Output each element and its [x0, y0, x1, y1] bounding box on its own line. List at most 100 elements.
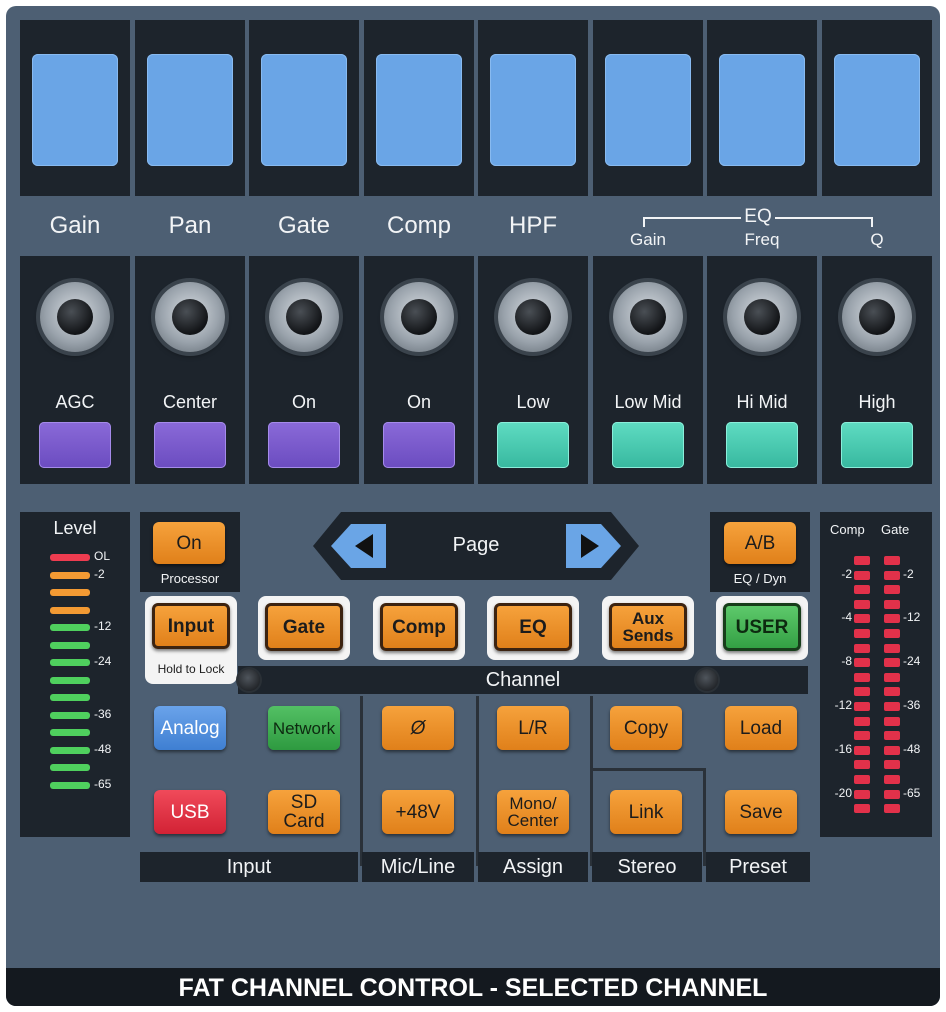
input-mode-button[interactable]: Input: [152, 603, 230, 649]
strip-screen: [32, 54, 118, 166]
copy-button[interactable]: Copy: [610, 706, 682, 750]
strip-button-label: Low: [516, 392, 550, 412]
level-meter-segment: [50, 781, 90, 789]
processor-on-button[interactable]: On: [153, 522, 225, 564]
rotary-encoder-knob[interactable]: [842, 282, 912, 352]
level-meter-segment: [50, 659, 90, 666]
strip-button-label: High: [858, 392, 896, 412]
preset-section-label: Preset: [706, 852, 810, 882]
knob-cap: [286, 299, 322, 335]
gate-meter-label: -65: [903, 785, 921, 800]
knob-cap: [515, 299, 551, 335]
processor-caption: Processor: [160, 571, 220, 586]
rotary-encoder-knob[interactable]: [155, 282, 225, 352]
comp-reduction-led: [854, 658, 870, 668]
strip-select-pad[interactable]: [841, 422, 913, 468]
rotary-encoder-knob[interactable]: [498, 282, 568, 352]
strip-button-label: On: [291, 392, 316, 412]
channel-left-encoder[interactable]: [238, 669, 260, 691]
knob-cap: [57, 299, 93, 335]
comp-reduction-led: [854, 556, 870, 565]
rotary-encoder-knob[interactable]: [613, 282, 683, 352]
knob-cap: [172, 299, 208, 335]
strip-header: HPF: [509, 212, 557, 239]
aux-sends-mode-button[interactable]: Aux Sends: [609, 603, 687, 651]
page-next-button[interactable]: [563, 522, 623, 570]
rotary-encoder-knob[interactable]: [40, 282, 110, 352]
gate-reduction-led: [884, 599, 900, 609]
sd-card-button[interactable]: SD Card: [268, 790, 340, 834]
page-prev-button[interactable]: [329, 522, 389, 570]
strip-screen: [376, 54, 462, 166]
gain-reduction-meter: Comp Gate -2 -4 -8 -12 -16 -20 -2 -12 -24 -36 -48 -…: [820, 512, 932, 837]
knob-cap: [859, 299, 895, 335]
ab-box: A/B EQ / Dyn: [710, 512, 810, 592]
processor-box: On Processor: [140, 512, 240, 592]
strip-screen: [147, 54, 233, 166]
save-preset-button[interactable]: Save: [725, 790, 797, 834]
network-button[interactable]: Network: [268, 706, 340, 750]
comp-reduction-led: [854, 599, 870, 609]
gate-reduction-led: [884, 775, 900, 784]
gate-reduction-led: [884, 804, 900, 814]
strip-controls-6: Low Mid: [593, 256, 703, 484]
strip-controls-8: High: [822, 256, 932, 484]
channel-label: Channel: [238, 666, 808, 694]
comp-reduction-led: [854, 789, 870, 799]
chevron-right-icon: [581, 534, 599, 558]
aux-sends-mode-frame: Aux Sends: [602, 596, 694, 660]
gate-reduction-led: [884, 585, 900, 595]
gate-reduction-led: [884, 760, 900, 770]
comp-reduction-led: [854, 775, 870, 784]
rotary-encoder-knob[interactable]: [727, 282, 797, 352]
level-meter-segment: [50, 729, 90, 736]
strip-header: Gain: [49, 212, 101, 239]
comp-reduction-led: [854, 585, 870, 595]
phantom-power-button[interactable]: +48V: [382, 790, 454, 834]
rotary-encoder-knob[interactable]: [269, 282, 339, 352]
gate-meter-label: -2: [903, 566, 914, 581]
strip-select-pad[interactable]: [383, 422, 455, 468]
eq-mode-frame: EQ: [487, 596, 579, 660]
strip-display-1: [20, 20, 130, 196]
level-meter-segment: [50, 641, 90, 649]
comp-mode-frame: Comp: [373, 596, 465, 660]
eq-mode-button[interactable]: EQ: [494, 603, 572, 651]
user-mode-frame: USER: [716, 596, 808, 660]
strip-controls-4: On: [364, 256, 474, 484]
link-button[interactable]: Link: [610, 790, 682, 834]
strip-select-pad[interactable]: [39, 422, 111, 468]
comp-meter-label: -4: [841, 610, 852, 625]
strip-select-pad[interactable]: [497, 422, 569, 468]
strip-select-pad[interactable]: [726, 422, 798, 468]
rotary-encoder-knob[interactable]: [384, 282, 454, 352]
phase-invert-button[interactable]: Ø: [382, 706, 454, 750]
channel-right-encoder[interactable]: [696, 669, 718, 691]
strip-header: Pan: [168, 212, 212, 239]
strip-display-3: [249, 20, 359, 196]
aux-sends-line2: Sends: [622, 626, 674, 645]
gate-mode-button[interactable]: Gate: [265, 603, 343, 651]
comp-mode-button[interactable]: Comp: [380, 603, 458, 651]
strip-select-pad[interactable]: [154, 422, 226, 468]
strip-controls-7: Hi Mid: [707, 256, 817, 484]
footer-bar: FAT CHANNEL CONTROL - SELECTED CHANNEL: [6, 968, 940, 1006]
eq-group-label: EQ: [744, 206, 772, 227]
divider: [590, 696, 593, 866]
user-mode-button[interactable]: USER: [723, 603, 801, 651]
gate-meter-label: -48: [903, 741, 921, 756]
comp-meter-label: -16: [834, 741, 852, 756]
analog-button[interactable]: Analog: [154, 706, 226, 750]
lr-assign-button[interactable]: L/R: [497, 706, 569, 750]
ab-button[interactable]: A/B: [724, 522, 796, 564]
usb-button[interactable]: USB: [154, 790, 226, 834]
strip-select-pad[interactable]: [268, 422, 340, 468]
load-preset-button[interactable]: Load: [725, 706, 797, 750]
hold-to-lock-label: Hold to Lock: [157, 662, 225, 676]
strip-select-pad[interactable]: [612, 422, 684, 468]
strip-display-8: [822, 20, 932, 196]
strip-button-label: Center: [162, 392, 218, 412]
mono-center-button[interactable]: Mono/ Center: [497, 790, 569, 834]
fat-channel-panel: Gain AGC Pan Center Gate On Comp On HPF Low Gain Lo…: [6, 6, 940, 1006]
comp-meter-title: Comp: [830, 522, 865, 537]
